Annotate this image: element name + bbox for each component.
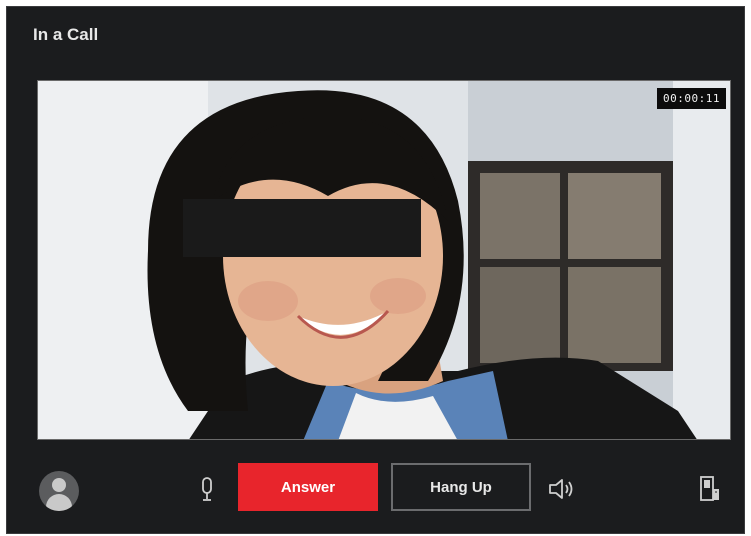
dialog-title: In a Call (33, 25, 99, 44)
user-avatar-icon[interactable] (39, 471, 79, 511)
call-controls: Answer Hang Up (7, 447, 746, 535)
answer-button[interactable]: Answer (238, 463, 378, 511)
video-feed: 00:00:11 (37, 80, 731, 440)
call-timer: 00:00:11 (657, 88, 726, 109)
door-unlock-icon[interactable] (699, 475, 721, 503)
redaction-bar (183, 199, 421, 257)
speaker-volume-icon[interactable] (547, 477, 575, 501)
caller-video-image (38, 81, 730, 439)
microphone-icon[interactable] (201, 475, 213, 503)
hang-up-button[interactable]: Hang Up (391, 463, 531, 511)
call-dialog: In a Call 00:00:11 Answer Hang Up (6, 6, 745, 534)
